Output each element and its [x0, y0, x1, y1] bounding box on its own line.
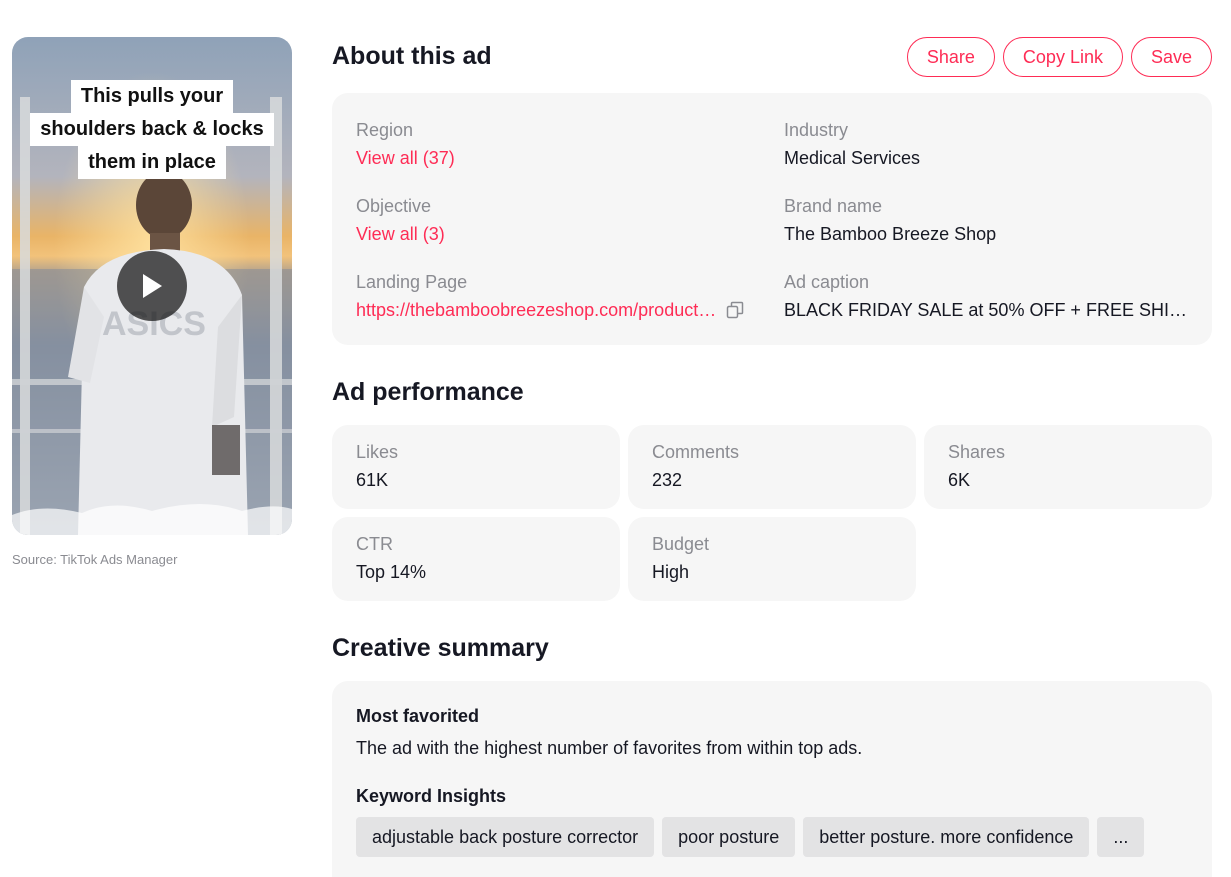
creative-summary-card: Most favorited The ad with the highest n…: [332, 681, 1212, 877]
ad-actions: Share Copy Link Save: [906, 37, 1212, 77]
metric-card-likes: Likes 61K: [332, 425, 620, 509]
creative-summary-title: Creative summary: [332, 634, 549, 662]
metric-card-shares: Shares 6K: [924, 425, 1212, 509]
metric-label: Shares: [948, 442, 1006, 462]
brand-value: The Bamboo Breeze Shop: [784, 224, 997, 244]
metric-card-budget: Budget High: [628, 517, 916, 601]
industry-value: Medical Services: [784, 148, 921, 168]
metric-card-comments: Comments 232: [628, 425, 916, 509]
ad-caption-value: BLACK FRIDAY SALE at 50% OFF + FREE SHIP…: [784, 300, 1192, 320]
region-label: Region: [356, 120, 414, 140]
keyword-insights-heading: Keyword Insights: [356, 786, 507, 806]
ad-video-preview[interactable]: ASICS This pulls your shoulders back & l…: [12, 37, 292, 535]
most-favorited-text: The ad with the highest number of favori…: [356, 738, 863, 758]
save-button[interactable]: Save: [1130, 37, 1212, 77]
brand-field: Brand name The Bamboo Breeze Shop: [784, 195, 1192, 245]
objective-field: Objective View all (3): [356, 195, 764, 245]
metric-value: Top 14%: [356, 562, 427, 582]
metric-label: Budget: [652, 534, 710, 554]
objective-label: Objective: [356, 196, 432, 216]
caption-line: shoulders back & locks: [30, 113, 274, 146]
caption-line: them in place: [78, 146, 226, 179]
keyword-chips: adjustable back posture corrector poor p…: [356, 817, 1188, 857]
performance-title: Ad performance: [332, 378, 524, 406]
video-source-note: Source: TikTok Ads Manager: [12, 552, 178, 567]
copy-link-button[interactable]: Copy Link: [1002, 37, 1123, 77]
keyword-chip[interactable]: adjustable back posture corrector: [356, 817, 655, 857]
metric-value: 6K: [948, 470, 971, 490]
region-view-all-link[interactable]: View all (37): [356, 147, 764, 169]
more-keywords-button[interactable]: ...: [1097, 817, 1145, 857]
metric-value: High: [652, 562, 690, 582]
play-button[interactable]: [117, 251, 187, 321]
keyword-chip[interactable]: poor posture: [662, 817, 796, 857]
play-icon: [143, 274, 162, 298]
about-card: Region View all (37) Industry Medical Se…: [332, 93, 1212, 345]
keyword-chip[interactable]: better posture. more confidence: [803, 817, 1090, 857]
metric-card-ctr: CTR Top 14%: [332, 517, 620, 601]
brand-label: Brand name: [784, 196, 883, 216]
about-title: About this ad: [332, 42, 492, 70]
metric-label: CTR: [356, 534, 393, 554]
landing-page-field: Landing Page https://thebamboobreezeshop…: [356, 271, 764, 321]
metric-label: Comments: [652, 442, 740, 462]
objective-view-all-link[interactable]: View all (3): [356, 223, 764, 245]
metric-value: 232: [652, 470, 683, 490]
ad-caption-field: Ad caption BLACK FRIDAY SALE at 50% OFF …: [784, 271, 1192, 321]
most-favorited-heading: Most favorited: [356, 706, 480, 726]
industry-field: Industry Medical Services: [784, 119, 1192, 169]
share-button[interactable]: Share: [906, 37, 995, 77]
region-field: Region View all (37): [356, 119, 764, 169]
industry-label: Industry: [784, 120, 849, 140]
copy-icon[interactable]: [726, 301, 744, 319]
landing-page-label: Landing Page: [356, 272, 468, 292]
landing-page-link[interactable]: https://thebamboobreezeshop.com/product…: [356, 299, 716, 321]
ad-caption-label: Ad caption: [784, 272, 870, 292]
video-caption: This pulls your shoulders back & locks t…: [12, 80, 292, 179]
metric-label: Likes: [356, 442, 399, 462]
caption-line: This pulls your: [70, 80, 234, 113]
metric-value: 61K: [356, 470, 389, 490]
